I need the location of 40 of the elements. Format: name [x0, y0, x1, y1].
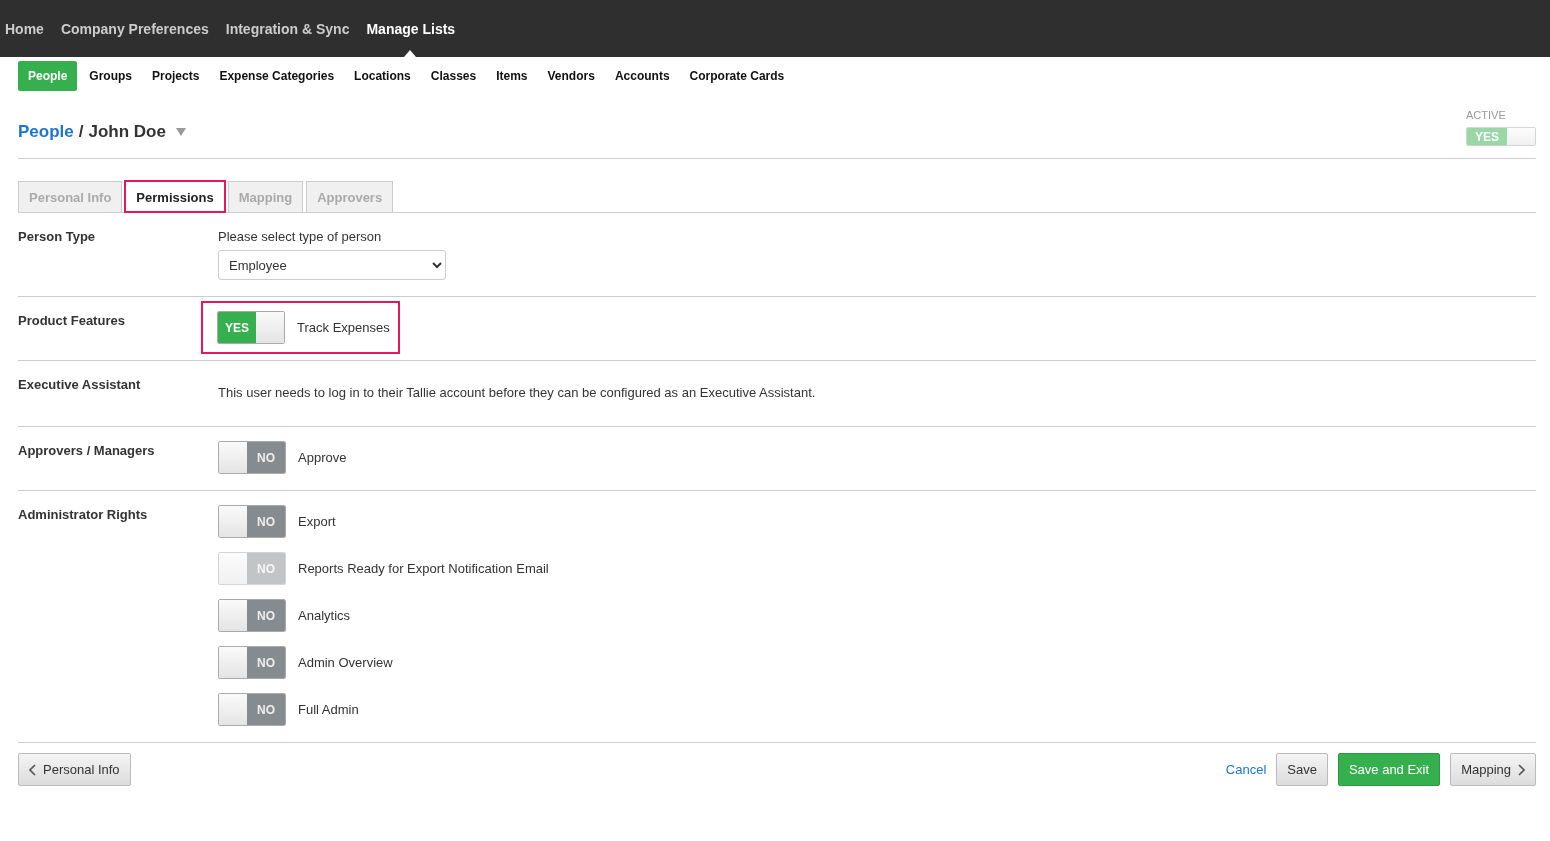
sub-nav-tab[interactable]: Expense Categories [209, 61, 345, 91]
next-button[interactable]: Mapping [1450, 753, 1536, 786]
nav-link[interactable]: Home [5, 0, 52, 57]
nav-link[interactable]: Company Preferences [51, 0, 217, 57]
sub-nav-tab[interactable]: Vendors [537, 61, 605, 91]
breadcrumb-current: John Doe [88, 122, 166, 142]
toggle-label: Admin Overview [298, 655, 393, 670]
section-label: Product Features [18, 312, 126, 330]
sub-nav-tab[interactable]: Accounts [604, 61, 680, 91]
nav-link[interactable]: Manage Lists [357, 0, 464, 57]
section-label: Person Type [18, 228, 97, 246]
dropdown-triangle-icon[interactable] [174, 127, 187, 137]
nav-link[interactable]: Integration & Sync [216, 0, 358, 57]
chevron-right-icon [1517, 763, 1525, 776]
toggle-label: Export [298, 514, 336, 529]
field-hint: Please select type of person [218, 229, 383, 244]
save-button[interactable]: Save [1276, 753, 1328, 786]
back-button[interactable]: Personal Info [18, 753, 131, 786]
chevron-left-icon [29, 763, 37, 776]
section-label: Executive Assistant [18, 376, 142, 394]
toggle-label: Full Admin [298, 702, 359, 717]
toggle-label: Approve [298, 450, 347, 465]
active-label: ACTIVE [1466, 109, 1506, 121]
sub-nav-tab[interactable]: Projects [142, 61, 210, 91]
section-label: Approvers / Managers [18, 442, 156, 460]
sub-nav-tab[interactable]: Items [486, 61, 538, 91]
section-label: Administrator Rights [18, 506, 149, 524]
toggle-label: Analytics [298, 608, 351, 623]
cancel-link[interactable]: Cancel [1225, 762, 1267, 777]
breadcrumb-separator: / [78, 122, 84, 142]
sub-nav-tab[interactable]: Corporate Cards [679, 61, 795, 91]
sub-nav-tab[interactable]: Locations [344, 61, 421, 91]
toggle-label: Track Expenses [297, 320, 390, 335]
tab[interactable]: Permissions [125, 181, 225, 212]
toggle-label: Reports Ready for Export Notification Email [298, 561, 549, 576]
sub-nav-tab[interactable]: Classes [420, 61, 487, 91]
info-text: This user needs to log in to their Tallie account before they can be configured as an Executive Assistant. [218, 384, 816, 402]
sub-nav-tab[interactable]: Groups [79, 61, 143, 91]
breadcrumb-link[interactable]: People [18, 122, 74, 142]
person-type-select[interactable]: Employee [218, 250, 446, 280]
